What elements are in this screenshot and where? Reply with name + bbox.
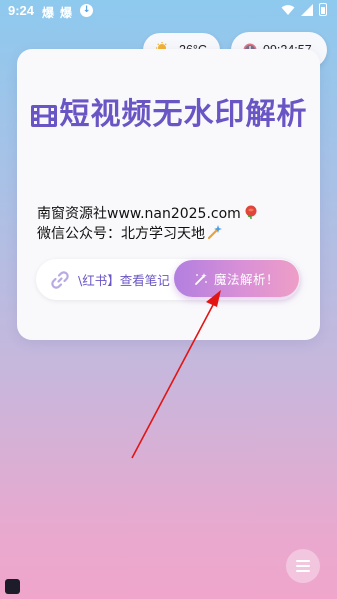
app-notification-icon: 爆 — [60, 6, 73, 20]
info-text: 南窗资源社www.nan2025.com 微信公众号：北方学习天地 — [37, 204, 259, 244]
magic-wand-icon — [195, 272, 207, 285]
wifi-icon — [281, 4, 295, 15]
main-card: 短视频无水印解析 南窗资源社www.nan2025.com 微信公众号：北方学习… — [17, 49, 320, 340]
link-icon — [50, 270, 70, 294]
status-time: 9:24 — [8, 3, 35, 18]
battery-icon — [319, 3, 327, 16]
sparkle-icon — [207, 225, 222, 240]
download-icon: ↓ — [80, 4, 93, 17]
hamburger-icon — [296, 558, 310, 575]
magic-parse-button[interactable]: 魔法解析！ — [174, 260, 299, 297]
magic-button-label: 魔法解析！ — [213, 272, 279, 287]
app-notification-icon: 爆 — [42, 6, 55, 20]
website-text: 南窗资源社www.nan2025.com — [37, 206, 241, 222]
title-text: 短视频无水印解析 — [59, 97, 308, 132]
rose-icon — [245, 205, 257, 219]
film-icon — [30, 105, 57, 127]
floating-window-icon[interactable] — [5, 579, 20, 594]
wechat-text: 微信公众号：北方学习天地 — [37, 226, 205, 242]
signal-icon — [301, 3, 313, 16]
page-title: 短视频无水印解析 — [17, 91, 320, 138]
menu-button[interactable] — [286, 549, 320, 583]
status-bar: 9:24 爆 爆 ↓ — [0, 0, 337, 22]
